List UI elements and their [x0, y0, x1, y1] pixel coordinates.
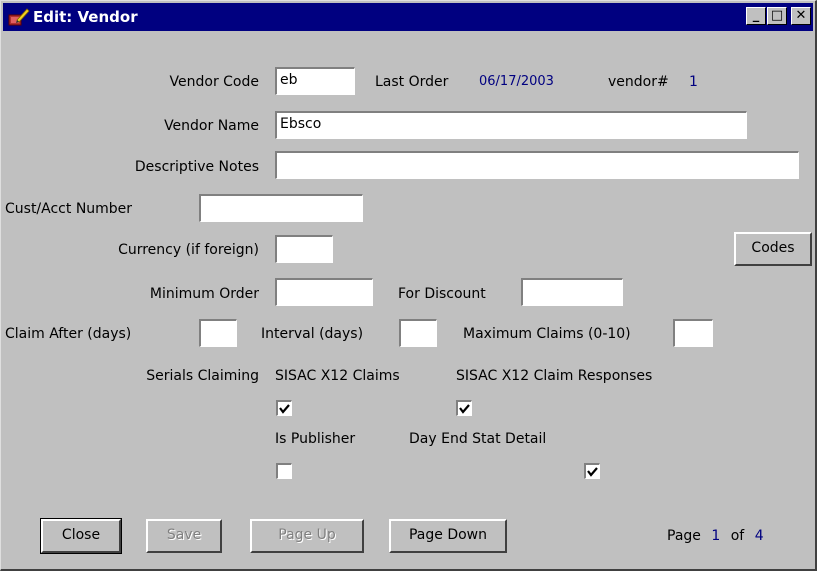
- page-down-button[interactable]: Page Down: [389, 519, 507, 553]
- current-page: 1: [711, 528, 721, 544]
- minimize-icon: _: [752, 8, 760, 23]
- page-label: Page: [667, 528, 701, 544]
- sisac-x12-claims-checkbox[interactable]: [276, 400, 292, 416]
- interval-label: Interval (days): [261, 326, 364, 342]
- close-window-button[interactable]: ✕: [791, 7, 811, 25]
- minimum-order-field[interactable]: [275, 278, 373, 306]
- serials-claiming-label: Serials Claiming: [146, 368, 259, 384]
- is-publisher-checkbox[interactable]: [276, 463, 292, 479]
- maximize-icon: □: [770, 8, 784, 23]
- save-button[interactable]: Save: [146, 519, 222, 553]
- checkmark-icon: [459, 404, 470, 414]
- window-title: Edit: Vendor: [33, 8, 138, 26]
- interval-field[interactable]: [399, 319, 437, 347]
- of-label: of: [730, 528, 745, 544]
- currency-field[interactable]: [275, 235, 333, 263]
- claim-after-field[interactable]: [199, 319, 237, 347]
- codes-button[interactable]: Codes: [734, 232, 812, 266]
- sisac-x12-claim-responses-label: SISAC X12 Claim Responses: [456, 368, 653, 384]
- cust-acct-number-field[interactable]: [199, 194, 363, 222]
- close-button[interactable]: Close: [40, 518, 122, 554]
- title-bar[interactable]: Edit: Vendor _ □ ✕: [3, 3, 813, 31]
- descriptive-notes-label: Descriptive Notes: [134, 159, 259, 175]
- maximum-claims-label: Maximum Claims (0-10): [463, 326, 631, 342]
- is-publisher-label: Is Publisher: [275, 431, 356, 447]
- total-pages: 4: [754, 528, 764, 544]
- page-indicator: Page 1 of 4: [667, 528, 764, 544]
- day-end-stat-detail-label: Day End Stat Detail: [409, 431, 547, 447]
- last-order-value: 06/17/2003: [479, 74, 554, 89]
- sisac-x12-claim-responses-checkbox[interactable]: [456, 400, 472, 416]
- book-edit-icon: [8, 6, 30, 28]
- minimum-order-label: Minimum Order: [149, 286, 259, 302]
- vendor-code-label: Vendor Code: [169, 74, 259, 90]
- vendor-name-label: Vendor Name: [164, 118, 259, 134]
- last-order-label: Last Order: [375, 74, 449, 90]
- checkmark-icon: [587, 467, 598, 477]
- minimize-button[interactable]: _: [746, 7, 766, 25]
- maximum-claims-field[interactable]: [673, 319, 713, 347]
- day-end-stat-detail-checkbox[interactable]: [584, 463, 600, 479]
- page-up-button[interactable]: Page Up: [250, 519, 364, 553]
- vendor-code-field[interactable]: eb: [275, 67, 355, 95]
- claim-after-label: Claim After (days): [5, 326, 132, 342]
- checkmark-icon: [279, 404, 290, 414]
- for-discount-label: For Discount: [398, 286, 486, 302]
- vendor-number-value: 1: [689, 74, 698, 90]
- edit-vendor-window: Edit: Vendor _ □ ✕ Vendor Code eb Last O…: [0, 0, 817, 571]
- vendor-name-field[interactable]: Ebsco: [275, 111, 747, 139]
- vendor-number-label: vendor#: [608, 74, 669, 90]
- for-discount-field[interactable]: [521, 278, 623, 306]
- close-icon: ✕: [795, 8, 807, 23]
- currency-label: Currency (if foreign): [118, 242, 259, 258]
- sisac-x12-claims-label: SISAC X12 Claims: [275, 368, 400, 384]
- cust-acct-number-label: Cust/Acct Number: [5, 201, 133, 217]
- descriptive-notes-field[interactable]: [275, 151, 799, 179]
- maximize-button[interactable]: □: [767, 7, 787, 25]
